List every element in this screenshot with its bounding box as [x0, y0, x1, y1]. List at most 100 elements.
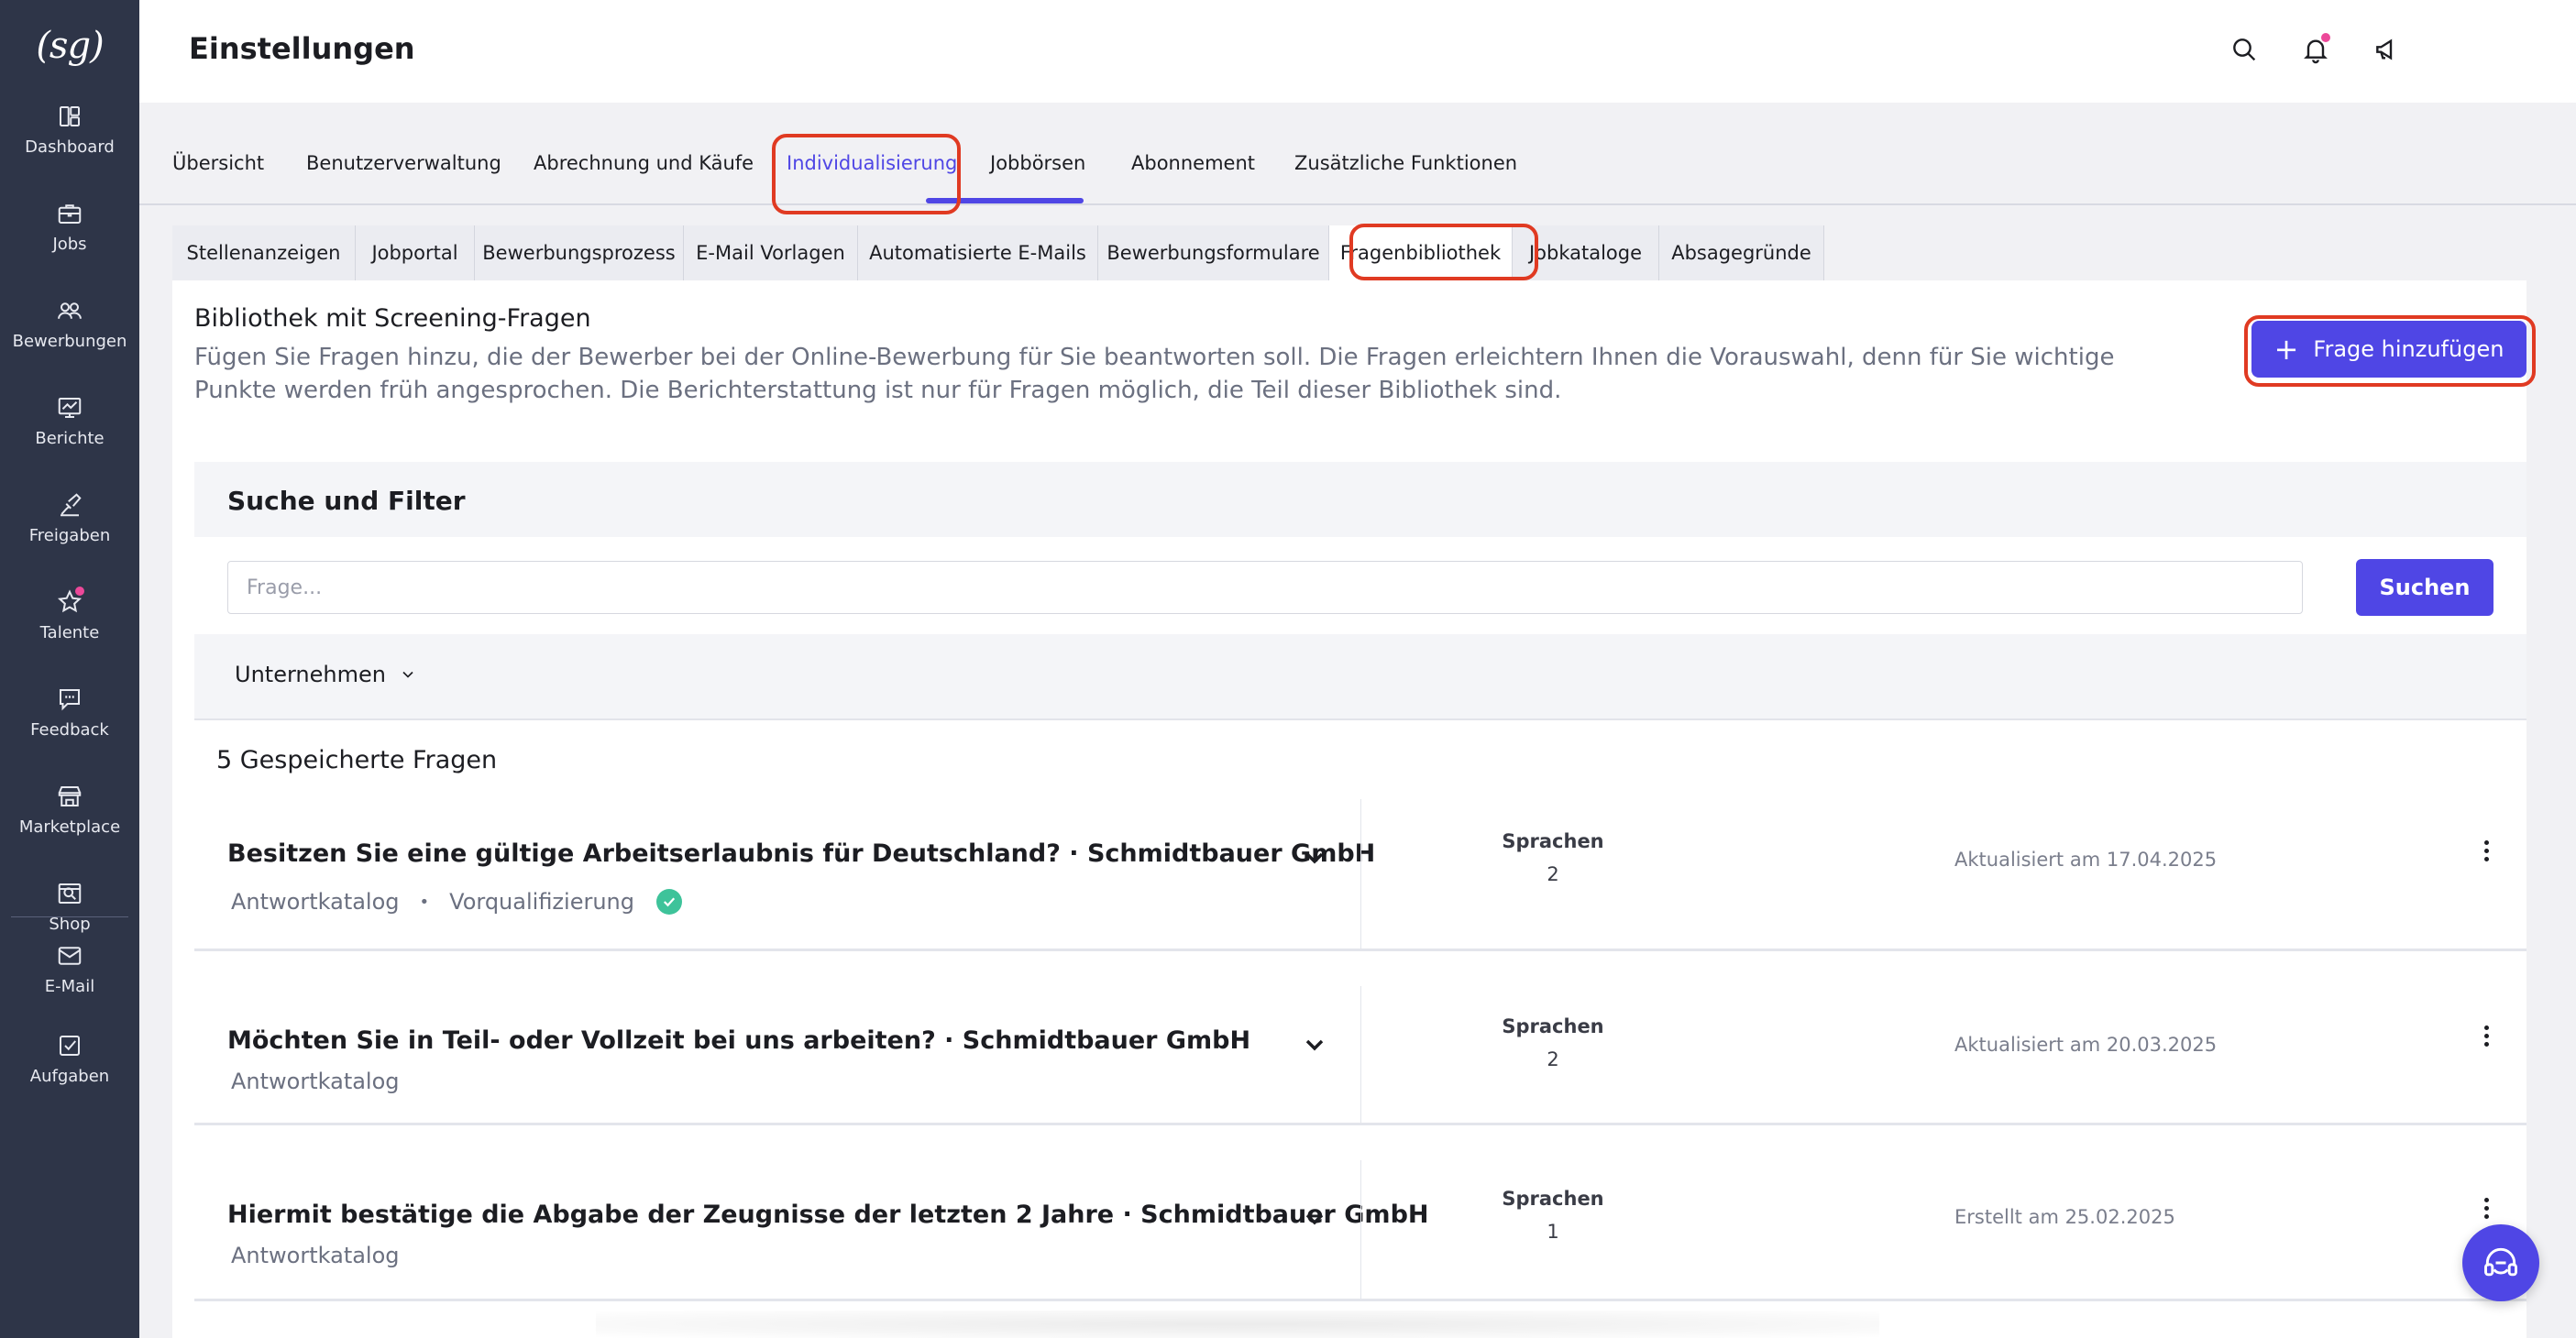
- question-prequalification-label: Vorqualifizierung: [449, 889, 634, 915]
- sidebar-item-label: Berichte: [35, 429, 105, 448]
- search-row: Suchen: [194, 537, 2526, 634]
- question-row: Besitzen Sie eine gültige Arbeitserlaubn…: [194, 799, 2526, 951]
- subtab-automatisierte-emails[interactable]: Automatisierte E-Mails: [858, 225, 1098, 280]
- main-tabs: Übersicht Benutzerverwaltung Abrechnung …: [139, 103, 2576, 205]
- plus-icon: +: [2273, 332, 2299, 367]
- sidebar-item-label: Jobs: [52, 235, 87, 254]
- add-question-label: Frage hinzufügen: [2313, 336, 2504, 362]
- search-input[interactable]: [227, 561, 2303, 614]
- question-meta: Antwortkatalog • Vorqualifizierung: [231, 889, 682, 915]
- subtab-bewerbungsformulare[interactable]: Bewerbungsformulare: [1098, 225, 1329, 280]
- question-date: Aktualisiert am 20.03.2025: [1954, 1034, 2218, 1056]
- subtab-email-vorlagen[interactable]: E-Mail Vorlagen: [684, 225, 858, 280]
- tab-individualisierung[interactable]: Individualisierung: [787, 152, 957, 174]
- sidebar-item-label: E-Mail: [44, 977, 95, 996]
- sidebar-item-freigaben[interactable]: Freigaben: [0, 491, 139, 574]
- search-button[interactable]: [2226, 31, 2262, 68]
- search-filter-panel: Suche und Filter Suchen Unternehmen: [194, 462, 2526, 720]
- tab-benutzerverwaltung[interactable]: Benutzerverwaltung: [306, 152, 501, 174]
- column-divider: [1360, 986, 1361, 1123]
- question-title: Hiermit bestätige die Abgabe der Zeugnis…: [227, 1201, 1429, 1229]
- question-meta-label: Antwortkatalog: [231, 889, 400, 915]
- more-options-icon[interactable]: [2475, 1193, 2497, 1223]
- more-options-icon[interactable]: [2475, 836, 2497, 865]
- shop-icon: [58, 883, 82, 904]
- add-question-button[interactable]: + Frage hinzufügen: [2251, 321, 2526, 378]
- notification-dot: [73, 585, 86, 598]
- question-meta-label: Antwortkatalog: [231, 1243, 400, 1268]
- support-chat-button[interactable]: [2462, 1224, 2539, 1301]
- question-meta: Antwortkatalog: [231, 1243, 400, 1268]
- report-icon: [58, 398, 82, 418]
- tab-zusaetzliche-funktionen[interactable]: Zusätzliche Funktionen: [1294, 152, 1517, 174]
- library-title: Bibliothek mit Screening-Fragen: [194, 304, 591, 333]
- sidebar-item-talente[interactable]: Talente: [0, 585, 139, 671]
- megaphone-icon: [2376, 38, 2393, 60]
- logo[interactable]: (sg): [0, 16, 139, 75]
- chevron-down-icon[interactable]: [1300, 1204, 1329, 1234]
- sidebar-item-label: Talente: [39, 623, 100, 642]
- subtab-absagegruende[interactable]: Absagegründe: [1659, 225, 1824, 280]
- question-date: Aktualisiert am 17.04.2025: [1954, 849, 2218, 871]
- sidebar-item-marketplace[interactable]: Marketplace: [0, 783, 139, 865]
- company-filter-dropdown[interactable]: Unternehmen: [235, 662, 417, 687]
- languages-count: 1: [1547, 1221, 1559, 1243]
- tab-jobboersen[interactable]: Jobbörsen: [990, 152, 1085, 174]
- active-tab-indicator: [926, 198, 1084, 203]
- sidebar-item-berichte[interactable]: Berichte: [0, 394, 139, 477]
- tasks-icon: [60, 1036, 80, 1056]
- approval-icon: [61, 493, 82, 517]
- dashboard-icon: [60, 106, 80, 126]
- question-row: Hiermit bestätige die Abgabe der Zeugnis…: [194, 1160, 2526, 1301]
- top-header: Einstellungen: [139, 0, 2576, 103]
- chevron-down-icon[interactable]: [1300, 1030, 1329, 1059]
- subtab-jobportal[interactable]: Jobportal: [356, 225, 475, 280]
- search-button[interactable]: Suchen: [2356, 559, 2493, 616]
- feedback-icon: [60, 689, 80, 711]
- languages-label: Sprachen: [1502, 1015, 1604, 1037]
- question-meta: Antwortkatalog: [231, 1069, 400, 1094]
- search-icon: [2233, 38, 2256, 61]
- page-title: Einstellungen: [189, 31, 415, 66]
- headset-icon: [2484, 1247, 2517, 1277]
- question-row: Möchten Sie in Teil- oder Vollzeit bei u…: [194, 986, 2526, 1125]
- sidebar-item-dashboard[interactable]: Dashboard: [0, 103, 139, 185]
- languages-label: Sprachen: [1502, 1188, 1604, 1210]
- sidebar-item-label: Feedback: [30, 720, 109, 740]
- question-meta-label: Antwortkatalog: [231, 1069, 400, 1094]
- content-card: Bibliothek mit Screening-Fragen Fügen Si…: [172, 280, 2526, 1338]
- more-options-icon[interactable]: [2475, 1021, 2497, 1050]
- sidebar-item-label: Aufgaben: [29, 1067, 110, 1086]
- sidebar-item-feedback[interactable]: Feedback: [0, 685, 139, 768]
- tab-abonnement[interactable]: Abonnement: [1131, 152, 1255, 174]
- question-title: Besitzen Sie eine gültige Arbeitserlaubn…: [227, 839, 1376, 868]
- sidebar-item-aufgaben[interactable]: Aufgaben: [0, 1032, 139, 1114]
- sidebar-item-jobs[interactable]: Jobs: [0, 200, 139, 282]
- chevron-down-icon[interactable]: [1300, 843, 1329, 872]
- column-divider: [1360, 1160, 1361, 1299]
- tab-uebersicht[interactable]: Übersicht: [172, 152, 264, 174]
- announcements-button[interactable]: [2369, 31, 2405, 68]
- languages-count: 2: [1547, 863, 1559, 885]
- subtab-bewerbungsprozess[interactable]: Bewerbungsprozess: [475, 225, 684, 280]
- separator-dot: •: [419, 892, 430, 912]
- subtab-fragenbibliothek[interactable]: Fragenbibliothek: [1329, 225, 1513, 280]
- sidebar-item-label: Bewerbungen: [12, 332, 127, 351]
- store-icon: [58, 786, 82, 806]
- column-divider: [1360, 799, 1361, 949]
- filter-title: Suche und Filter: [227, 486, 466, 516]
- sidebar: (sg) Dashboard Jobs Bewerbungen Berichte…: [0, 0, 139, 1338]
- subtab-stellenanzeigen[interactable]: Stellenanzeigen: [172, 225, 356, 280]
- company-filter-label: Unternehmen: [235, 662, 386, 687]
- languages-label: Sprachen: [1502, 830, 1604, 852]
- chevron-down-icon: [402, 671, 413, 678]
- sidebar-item-label: Marketplace: [18, 817, 121, 837]
- subtab-jobkataloge[interactable]: Jobkataloge: [1513, 225, 1659, 280]
- sidebar-item-email[interactable]: E-Mail: [0, 942, 139, 1025]
- sidebar-divider: [11, 916, 128, 917]
- tab-abrechnung[interactable]: Abrechnung und Käufe: [534, 152, 754, 174]
- notifications-button[interactable]: [2297, 31, 2334, 68]
- sidebar-item-bewerbungen[interactable]: Bewerbungen: [0, 297, 139, 379]
- sidebar-item-label: Dashboard: [25, 137, 115, 157]
- sidebar-item-label: Shop: [49, 915, 91, 934]
